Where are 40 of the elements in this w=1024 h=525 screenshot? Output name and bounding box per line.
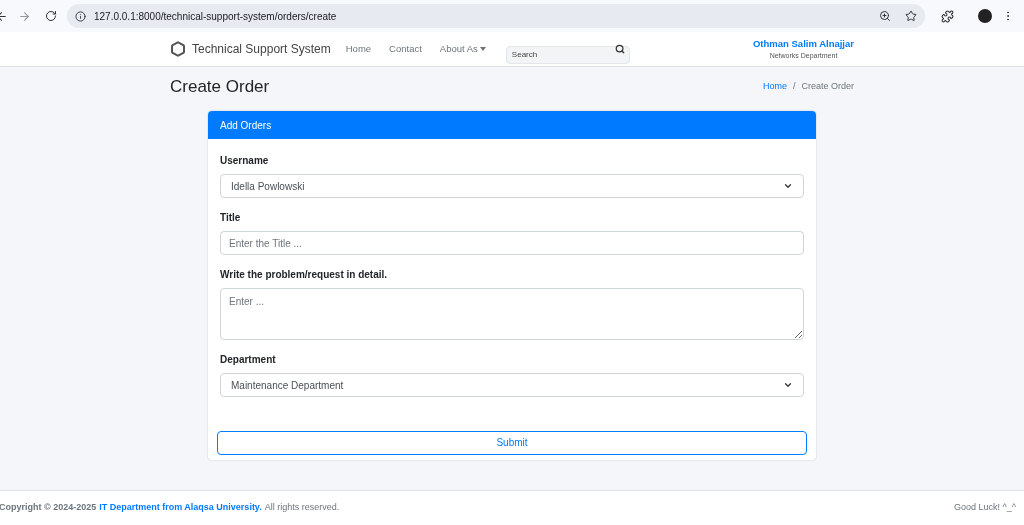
address-bar[interactable]: 127.0.0.1:8000/technical-support-system/orders/create xyxy=(67,4,925,28)
profile-avatar[interactable] xyxy=(978,9,992,23)
zoom-icon[interactable] xyxy=(879,10,891,22)
select-field[interactable]: Maintenance Department xyxy=(220,373,804,397)
breadcrumb-separator: / xyxy=(792,80,796,94)
extensions-icon[interactable] xyxy=(941,9,954,23)
brand-link[interactable]: Technical Support System xyxy=(192,40,331,58)
nav-link[interactable]: About As xyxy=(439,41,486,57)
copyright-text: Copyright © 2024-2025 xyxy=(0,501,97,515)
breadcrumb-item[interactable]: Home xyxy=(762,80,787,94)
nav-link[interactable]: Contact xyxy=(389,41,422,57)
logo-icon xyxy=(170,41,186,57)
search-icon[interactable] xyxy=(614,44,625,54)
forward-icon[interactable] xyxy=(18,9,31,23)
chevron-down-icon xyxy=(783,181,793,191)
submit-button[interactable]: Submit xyxy=(217,430,807,455)
nav-link[interactable]: Home xyxy=(345,41,372,57)
info-icon xyxy=(75,10,86,22)
breadcrumb-item: Create Order xyxy=(801,80,854,94)
page-title: Create Order xyxy=(170,76,270,99)
search-field[interactable]: Search xyxy=(505,45,630,64)
field-label: Write the problem/request in detail. xyxy=(220,268,389,282)
input-field[interactable]: Enter the Title ... xyxy=(220,231,804,255)
footer-message: Good Luck! ^_^ xyxy=(954,501,1016,515)
rights-text: All rights reserved. xyxy=(264,501,340,515)
select-value: Maintenance Department xyxy=(231,378,344,393)
card-title: Add Orders xyxy=(220,118,272,133)
star-icon[interactable] xyxy=(905,10,917,22)
select-value: Idella Powlowski xyxy=(231,179,305,194)
textarea-field[interactable]: Enter ... xyxy=(220,288,804,340)
reload-icon[interactable] xyxy=(45,10,57,22)
field-label: Title xyxy=(220,211,242,225)
caret-icon xyxy=(479,47,486,51)
url-text: 127.0.0.1:8000/technical-support-system/orders/create xyxy=(94,9,338,24)
field-label: Username xyxy=(220,154,270,168)
university-link[interactable]: IT Department from Alaqsa University. xyxy=(99,501,262,515)
select-field[interactable]: Idella Powlowski xyxy=(220,174,804,198)
user-name[interactable]: Othman Salim Alnajjar xyxy=(753,36,854,51)
field-label: Department xyxy=(220,353,277,367)
chevron-down-icon xyxy=(783,380,793,390)
